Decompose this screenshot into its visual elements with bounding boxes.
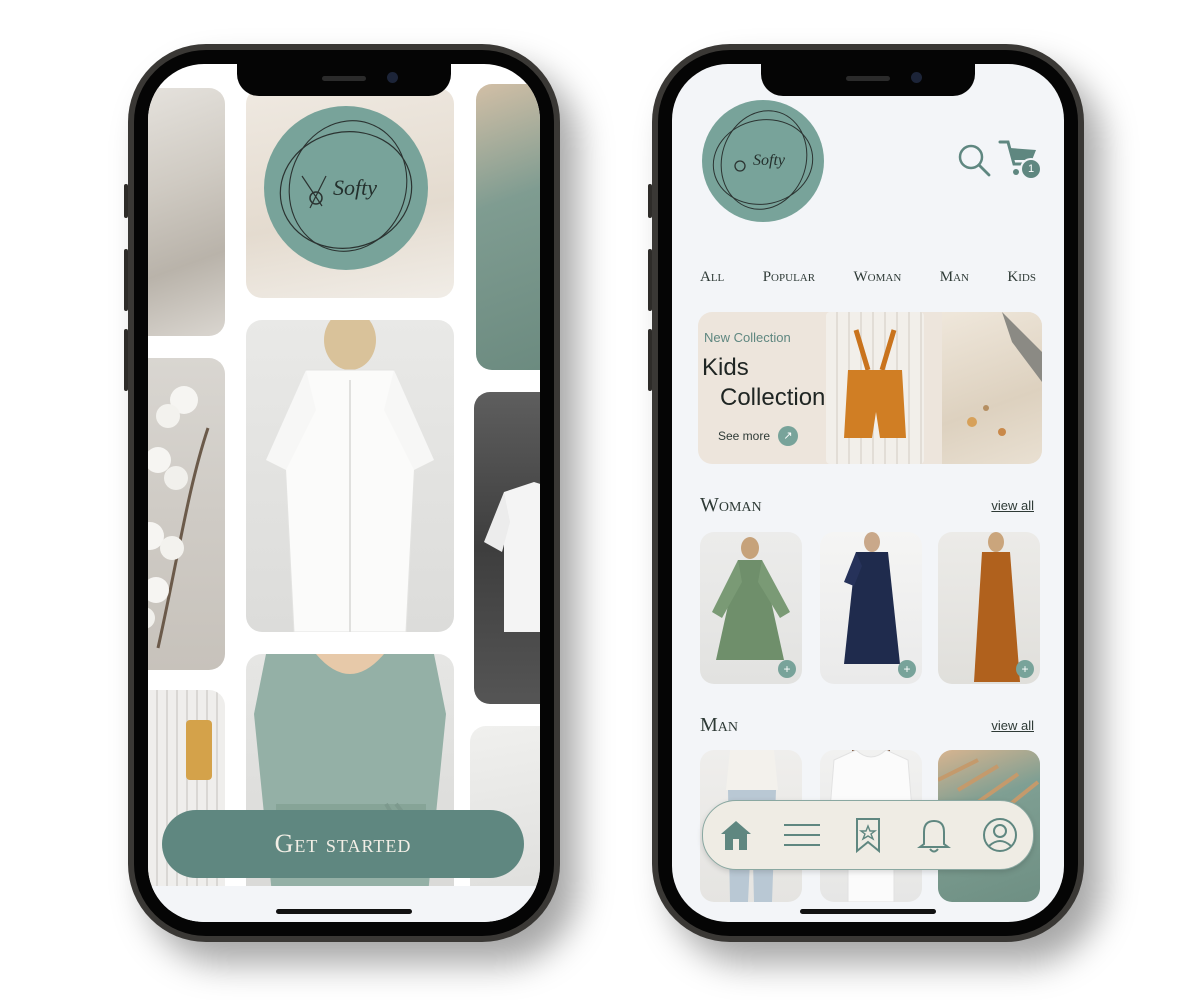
menu-icon bbox=[784, 824, 820, 846]
arrow-up-right-icon: ↗ bbox=[778, 426, 799, 446]
onboarding-screen: Softy Get started bbox=[148, 64, 540, 922]
white-tshirt-image bbox=[474, 392, 540, 704]
logo-text: Softy bbox=[333, 175, 377, 200]
phone-frame-right: Softy 1 All Popular Woman Man Kids New C… bbox=[648, 44, 1084, 942]
bell-icon bbox=[917, 819, 951, 853]
banner-title-line2: Collection bbox=[720, 384, 826, 411]
cotton-illustration bbox=[148, 386, 210, 649]
hanging-shirts-image bbox=[476, 84, 540, 370]
phone-frame-left: Softy Get started bbox=[124, 44, 560, 942]
speaker bbox=[846, 76, 890, 81]
dried-flowers-image bbox=[942, 312, 1042, 464]
bottom-bar-area bbox=[148, 886, 540, 922]
woman-section-title: Woman bbox=[700, 494, 762, 516]
nav-wishlist[interactable] bbox=[846, 813, 890, 857]
tab-woman[interactable]: Woman bbox=[854, 269, 902, 286]
dress-illustration bbox=[266, 320, 434, 632]
home-icon bbox=[721, 821, 751, 850]
shop-home-screen: Softy 1 All Popular Woman Man Kids New C… bbox=[672, 64, 1064, 922]
logo-badge: Softy bbox=[264, 106, 428, 270]
banner-title-line1: Kids bbox=[702, 354, 749, 381]
cart-badge: 1 bbox=[1020, 158, 1042, 180]
volume-up-button bbox=[648, 249, 652, 311]
volume-down-button bbox=[124, 329, 128, 391]
nav-notifications[interactable] bbox=[912, 813, 956, 857]
home-indicator bbox=[800, 909, 936, 914]
get-started-button[interactable]: Get started bbox=[162, 810, 524, 878]
volume-up-button bbox=[124, 249, 128, 311]
logo-text: Softy bbox=[753, 152, 785, 169]
profile-icon bbox=[983, 818, 1017, 852]
search-button[interactable] bbox=[956, 142, 992, 178]
nav-profile[interactable] bbox=[978, 813, 1022, 857]
tab-popular[interactable]: Popular bbox=[763, 269, 815, 286]
camera bbox=[387, 72, 398, 83]
tshirt-illustration bbox=[484, 482, 540, 632]
add-rust-dress-button[interactable]: + bbox=[1016, 660, 1034, 678]
nav-home[interactable] bbox=[714, 813, 758, 857]
tab-all[interactable]: All bbox=[700, 269, 724, 286]
bookmark-star-icon bbox=[856, 818, 880, 854]
see-more-link[interactable]: See more ↗ bbox=[718, 426, 799, 446]
kids-collection-banner[interactable]: New Collection Kids Collection See more … bbox=[698, 312, 1042, 464]
tab-kids[interactable]: Kids bbox=[1007, 269, 1036, 286]
kids-overalls-image bbox=[826, 312, 924, 464]
wood-object bbox=[186, 720, 212, 780]
mute-switch bbox=[124, 184, 128, 218]
product-card-navy-dress[interactable]: + bbox=[820, 532, 922, 684]
linen-hanger-image: Softy bbox=[246, 88, 454, 298]
cotton-branch-image bbox=[148, 358, 225, 670]
product-card-green-dress[interactable]: + bbox=[700, 532, 802, 684]
man-section-title: Man bbox=[700, 714, 739, 736]
notch bbox=[237, 64, 451, 96]
man-view-all-link[interactable]: view all bbox=[991, 718, 1034, 733]
product-card-rust-dress[interactable]: + bbox=[938, 532, 1040, 684]
cart-button[interactable]: 1 bbox=[998, 138, 1042, 180]
search-icon bbox=[958, 144, 991, 177]
add-green-dress-button[interactable]: + bbox=[778, 660, 796, 678]
mute-switch bbox=[648, 184, 652, 218]
see-more-label: See more bbox=[718, 429, 771, 443]
brand-logo[interactable]: Softy bbox=[702, 100, 824, 222]
overalls-illustration bbox=[844, 329, 906, 438]
bottom-navigation bbox=[702, 800, 1034, 870]
category-tabs: All Popular Woman Man Kids bbox=[700, 269, 1036, 286]
speaker bbox=[322, 76, 366, 81]
camera bbox=[911, 72, 922, 83]
white-shirt-dress-image bbox=[246, 320, 454, 632]
fabric-rolls-image bbox=[148, 88, 225, 336]
volume-down-button bbox=[648, 329, 652, 391]
notch bbox=[761, 64, 975, 96]
banner-eyebrow: New Collection bbox=[704, 330, 791, 345]
add-navy-dress-button[interactable]: + bbox=[898, 660, 916, 678]
woman-view-all-link[interactable]: view all bbox=[991, 498, 1034, 513]
home-indicator bbox=[276, 909, 412, 914]
tab-man[interactable]: Man bbox=[940, 269, 969, 286]
nav-menu[interactable] bbox=[780, 813, 824, 857]
flowers-illustration bbox=[967, 312, 1042, 436]
